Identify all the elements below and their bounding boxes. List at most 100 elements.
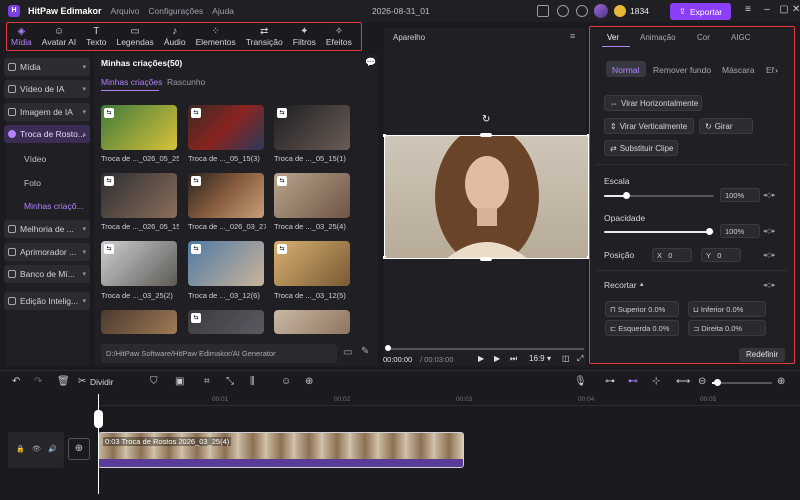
lock-icon[interactable]: 🔒	[16, 445, 25, 453]
resize-icon[interactable]: ⤡	[226, 376, 234, 387]
replace-clip-button[interactable]: ⇄ Substituir Clipe	[604, 140, 678, 156]
face-icon[interactable]: ☺	[281, 376, 291, 387]
microphone-icon[interactable]: 🎙	[574, 376, 587, 387]
add-track-icon[interactable]: ⊕	[68, 438, 90, 460]
chevron-up-icon[interactable]: ▴	[640, 280, 644, 288]
tool-elementos[interactable]: ⁘ Elementos	[191, 22, 241, 51]
media-thumb[interactable]: ⇆	[274, 105, 350, 150]
restore-icon[interactable]: ▢	[777, 4, 791, 15]
close-icon[interactable]: ✕	[792, 4, 800, 15]
zoom-slider-track[interactable]	[712, 382, 772, 384]
player-menu-icon[interactable]: ≡	[570, 31, 575, 41]
sidebar-sub-foto[interactable]: Foto	[24, 178, 41, 188]
flip-vertical-button[interactable]: ⇕ Virar Verticalmente	[604, 118, 694, 134]
rotate-handle-icon[interactable]: ↻	[482, 114, 490, 125]
menu-configuracoes[interactable]: Configurações	[148, 6, 203, 16]
resize-handle-bottom[interactable]	[480, 257, 492, 261]
media-thumb[interactable]: ⇆	[101, 105, 177, 150]
crop-top-field[interactable]: ⊓ Superior 0.0%	[605, 301, 679, 317]
media-thumb[interactable]: ⇆	[101, 173, 177, 218]
playhead[interactable]	[98, 394, 99, 494]
delete-icon[interactable]: 🗑	[57, 376, 70, 387]
tool-filtros[interactable]: ✦ Filtros	[288, 22, 321, 51]
tab-aigc[interactable]: AIGC	[731, 33, 751, 42]
media-thumb[interactable]: ⇆	[188, 310, 264, 334]
speaker-icon[interactable]: 🔊	[48, 445, 57, 453]
sidebar-sub-video[interactable]: Vídeo	[24, 154, 46, 164]
aspect-ratio[interactable]: 16:9	[529, 354, 545, 363]
scale-value[interactable]: 100%	[720, 188, 760, 202]
player-progress-track[interactable]	[386, 348, 584, 350]
rotate-button[interactable]: ↻ Girar	[699, 118, 753, 134]
position-x-field[interactable]: X 0	[652, 248, 692, 262]
subtab-normal[interactable]: Normal	[612, 65, 639, 75]
settings-menu-icon[interactable]: ≡	[741, 4, 755, 15]
mirror-icon[interactable]: ⫼	[250, 376, 255, 387]
tab-cor[interactable]: Cor	[697, 33, 710, 42]
eye-icon[interactable]: 👁	[32, 445, 41, 453]
media-thumb[interactable]	[274, 310, 350, 334]
sidebar-item-aprimorador[interactable]: Aprimorador ... ▾	[4, 243, 90, 261]
scale-slider-knob[interactable]	[623, 192, 630, 199]
media-thumb[interactable]: ⇆	[188, 173, 264, 218]
crop-left-field[interactable]: ⊏ Esquerda 0.0%	[605, 320, 679, 336]
tab-animacao[interactable]: Animação	[640, 33, 676, 42]
sidebar-sub-minhas-criacoes[interactable]: Minhas criaçõ...	[24, 201, 84, 211]
effect-icon[interactable]: ⊕	[305, 376, 313, 387]
path-field[interactable]: D:/HitPaw Software/HitPaw Edimakor/AI Ge…	[101, 344, 337, 363]
crop-right-field[interactable]: ⊐ Direita 0.0%	[688, 320, 766, 336]
tool-avatar-ai[interactable]: ☺ Avatar AI	[37, 22, 81, 51]
keyframe-opacity-icon[interactable]: ◂◇▸	[763, 227, 775, 235]
media-thumb[interactable]: ⇆	[101, 241, 177, 286]
zoom-slider-knob[interactable]	[714, 379, 721, 386]
text-frame-icon[interactable]: ▣	[175, 376, 184, 387]
sidebar-item-video-ia[interactable]: Vídeo de IA ▾	[4, 80, 90, 98]
subtab-remover-fundo[interactable]: Remover fundo	[653, 65, 711, 75]
tool-midia[interactable]: ◈ Mídia	[6, 22, 37, 51]
feedback-icon[interactable]	[557, 5, 569, 17]
subtab-efeitos[interactable]: Ef	[766, 65, 774, 75]
zoom-out-icon[interactable]: ⊖	[698, 376, 706, 387]
tool-legendas[interactable]: ▭ Legendas	[111, 22, 158, 51]
media-thumb[interactable]: ⇆	[274, 241, 350, 286]
player-progress-knob[interactable]	[385, 345, 391, 351]
video-preview[interactable]	[384, 135, 589, 259]
media-thumb[interactable]: ⇆	[274, 173, 350, 218]
sidebar-item-troca-rosto[interactable]: Troca de Rosto... ▴	[4, 125, 90, 143]
tool-transicao[interactable]: ⇄ Transição	[241, 22, 288, 51]
media-thumb[interactable]: ⇆	[188, 105, 264, 150]
menu-arquivo[interactable]: Arquivo	[111, 6, 140, 16]
play-full-icon[interactable]: ▶	[494, 354, 500, 363]
sidebar-item-edicao[interactable]: Edição Intelig... ▾	[4, 292, 90, 310]
tab-rascunho[interactable]: Rascunho	[167, 77, 205, 87]
sidebar-item-banco[interactable]: Banco de Mí... ▾	[4, 265, 90, 283]
crop-icon[interactable]: ⌗	[204, 376, 210, 387]
reset-button[interactable]: Redefinir	[739, 348, 785, 362]
playhead-handle[interactable]	[94, 410, 103, 428]
media-thumb[interactable]: ⇆	[188, 241, 264, 286]
undo-icon[interactable]: ↶	[12, 376, 20, 387]
resize-handle-corner[interactable]	[383, 256, 386, 259]
export-button[interactable]: ⇪ Exportar	[670, 3, 731, 20]
zoom-in-icon[interactable]: ⊕	[777, 376, 785, 387]
timeline-clip[interactable]: 0:03 Troca de Rostos 2026_03_25(4)	[98, 432, 464, 468]
chevron-down-icon[interactable]: ▾	[547, 354, 551, 363]
media-thumb[interactable]	[101, 310, 177, 334]
fullscreen-icon[interactable]: ⤢	[577, 354, 583, 364]
menu-ajuda[interactable]: Ajuda	[212, 6, 234, 16]
resize-handle-top[interactable]	[480, 133, 492, 137]
snapshot-icon[interactable]: ◫	[562, 354, 570, 363]
sidebar-item-imagem-ia[interactable]: Imagem de IA ▾	[4, 103, 90, 121]
split-label[interactable]: Dividir	[90, 377, 114, 387]
crop-bottom-field[interactable]: ⊔ Inferior 0.0%	[688, 301, 766, 317]
play-icon[interactable]: ▶	[478, 354, 484, 363]
fast-forward-icon[interactable]: ⏭	[510, 354, 517, 364]
position-y-field[interactable]: Y 0	[701, 248, 741, 262]
folder-icon[interactable]: ▭	[343, 347, 352, 358]
tab-minhas-criacoes[interactable]: Minhas criações	[101, 77, 162, 87]
split-track-icon[interactable]: ⊹	[652, 376, 660, 387]
minimize-icon[interactable]: –	[760, 4, 774, 15]
tool-efeitos[interactable]: ✧ Efeitos	[321, 22, 357, 51]
resize-handle-corner[interactable]	[383, 134, 386, 137]
timeline-ruler[interactable]	[98, 394, 800, 406]
